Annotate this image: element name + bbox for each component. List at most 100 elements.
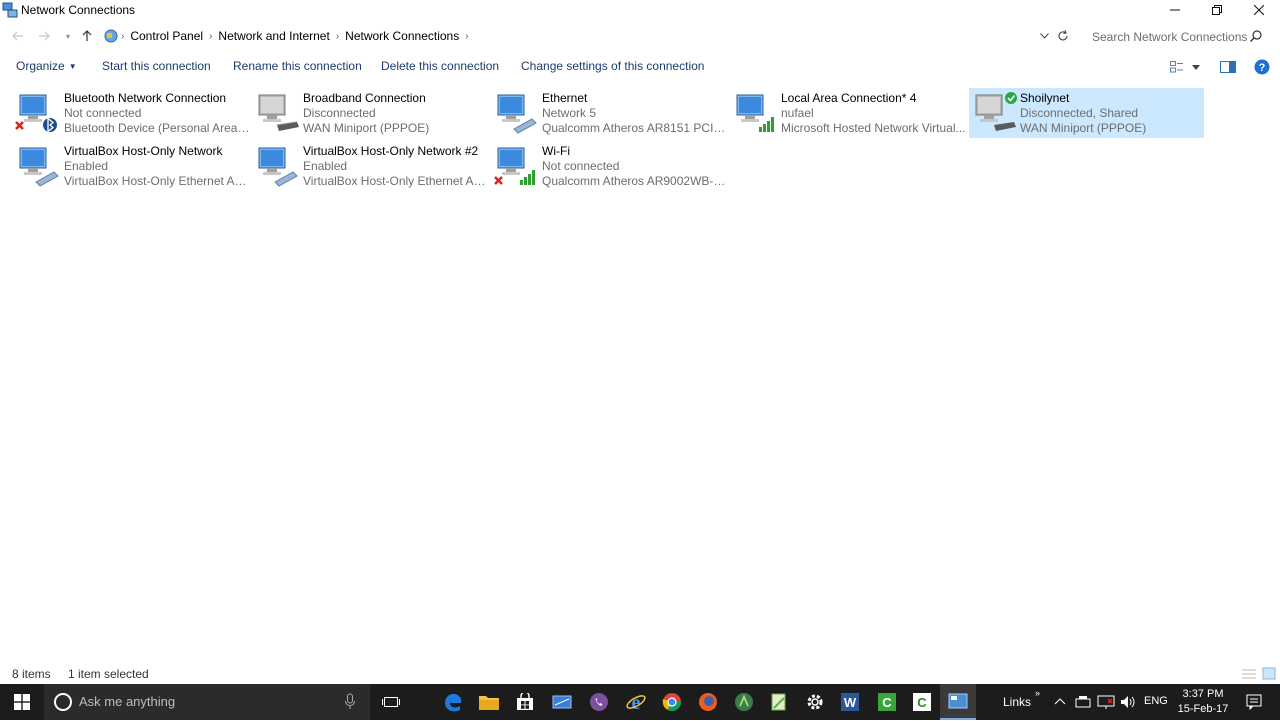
forward-button[interactable]	[34, 26, 54, 46]
details-view-icon[interactable]	[1242, 667, 1256, 680]
up-button[interactable]	[77, 26, 97, 46]
large-icons-view-icon[interactable]	[1262, 667, 1276, 680]
connection-status: Not connected	[64, 106, 142, 120]
wifi-adapter-icon	[494, 147, 535, 185]
task-view-button[interactable]	[379, 690, 403, 714]
taskbar-edge-button[interactable]	[441, 690, 465, 714]
chevron-right-icon[interactable]: »	[1035, 688, 1040, 698]
taskbar-control-panel-button[interactable]	[940, 684, 976, 720]
cortana-placeholder: Ask me anything	[79, 694, 176, 709]
connection-virtualbox-host-only-network-2[interactable]: VirtualBox Host-Only Network #2 Enabled …	[253, 142, 489, 190]
broadband-modem-icon	[975, 92, 1017, 131]
cortana-search-box[interactable]: Ask me anything	[44, 684, 370, 720]
ethernet-adapter-icon	[497, 94, 537, 134]
breadcrumb-separator: ›	[465, 30, 469, 42]
connection-bluetooth-network-connection[interactable]: Bluetooth Network Connection Not connect…	[14, 89, 250, 137]
item-text: Local Area Connection* 4 nufael Microsof…	[781, 91, 967, 136]
connection-device: Qualcomm Atheros AR9002WB-1...	[542, 174, 728, 188]
wifi-adapter-icon	[736, 94, 774, 132]
taskbar-chrome-button[interactable]	[660, 690, 684, 714]
item-text: Broadband Connection Disconnected WAN Mi…	[303, 91, 489, 136]
taskbar-firefox-button[interactable]	[696, 690, 720, 714]
start-connection-button[interactable]: Start this connection	[102, 59, 211, 73]
recent-locations-button[interactable]: ▾	[58, 26, 78, 46]
taskbar-viber-button[interactable]	[587, 690, 611, 714]
svg-text:C: C	[917, 695, 927, 710]
microphone-icon[interactable]	[344, 693, 356, 711]
start-button[interactable]	[0, 684, 44, 720]
language-indicator[interactable]: ENG	[1144, 695, 1168, 707]
search-input[interactable]: Search Network Connections	[1084, 25, 1270, 47]
taskbar-android-studio-button[interactable]	[732, 690, 756, 714]
connection-name: VirtualBox Host-Only Network	[64, 144, 223, 158]
action-center-icon[interactable]	[1246, 694, 1262, 710]
connection-status: Enabled	[64, 159, 109, 173]
preview-pane-button[interactable]	[1219, 58, 1237, 76]
links-toolbar[interactable]: Links	[1003, 695, 1031, 709]
svg-text:e: e	[632, 692, 641, 713]
taskbar-camtasia-button[interactable]: C	[875, 690, 899, 714]
clock[interactable]: 3:37 PM 15-Feb-17	[1172, 687, 1234, 717]
address-bar[interactable]: › Control Panel › Network and Internet ›…	[100, 25, 1074, 47]
window-title: Network Connections	[21, 3, 136, 17]
taskbar-settings-button[interactable]	[803, 690, 827, 714]
taskbar-ie-button[interactable]: e	[624, 690, 648, 714]
refresh-button[interactable]	[1054, 26, 1072, 46]
tray-device-icon[interactable]	[1075, 695, 1091, 709]
connection-wi-fi[interactable]: Wi-Fi Not connected Qualcomm Atheros AR9…	[492, 142, 728, 190]
item-text: Ethernet Network 5 Qualcomm Atheros AR81…	[542, 91, 728, 136]
refresh-icon	[1058, 30, 1068, 41]
clock-date: 15-Feb-17	[1177, 703, 1229, 715]
connection-status: nufael	[781, 106, 814, 120]
organize-menu[interactable]: Organize ▼	[16, 59, 77, 73]
network-tray-icon[interactable]	[1097, 694, 1115, 710]
back-button[interactable]	[8, 26, 28, 46]
maximize-button[interactable]	[1196, 0, 1238, 20]
connection-name: Local Area Connection* 4	[781, 91, 917, 105]
word-icon: W	[841, 693, 859, 711]
ethernet-adapter-icon	[258, 147, 298, 187]
connection-shoilynet[interactable]: Shoilynet Disconnected, Shared WAN Minip…	[969, 88, 1204, 138]
taskbar-store-button[interactable]	[513, 690, 537, 714]
cortana-icon	[54, 693, 72, 711]
chevron-down-icon: ▾	[65, 31, 70, 41]
more-views-button[interactable]	[1190, 58, 1202, 76]
minimize-button[interactable]	[1154, 0, 1196, 20]
connection-broadband-connection[interactable]: Broadband Connection Disconnected WAN Mi…	[253, 89, 489, 137]
rename-connection-button[interactable]: Rename this connection	[233, 59, 362, 73]
address-dropdown-button[interactable]	[1037, 28, 1051, 44]
show-hidden-icons-icon[interactable]	[1054, 697, 1066, 705]
help-button[interactable]: ?	[1253, 58, 1271, 76]
breadcrumb-separator: ›	[209, 30, 213, 42]
breadcrumb-network-and-internet[interactable]: Network and Internet	[214, 29, 333, 43]
connection-device: WAN Miniport (PPPOE)	[1020, 121, 1147, 135]
connection-status: Not connected	[542, 159, 620, 173]
change-view-button[interactable]	[1168, 58, 1186, 76]
minimize-icon	[1170, 9, 1180, 11]
connection-name: Bluetooth Network Connection	[64, 91, 227, 105]
taskbar-notepad-button[interactable]	[767, 690, 791, 714]
volume-icon[interactable]	[1120, 695, 1136, 709]
item-text: Bluetooth Network Connection Not connect…	[64, 91, 250, 136]
connection-virtualbox-host-only-network[interactable]: VirtualBox Host-Only Network Enabled Vir…	[14, 142, 250, 190]
breadcrumb-network-connections[interactable]: Network Connections	[341, 29, 463, 43]
connection-ethernet[interactable]: Ethernet Network 5 Qualcomm Atheros AR81…	[492, 89, 728, 137]
taskbar-app-button[interactable]	[550, 690, 574, 714]
up-arrow-icon	[82, 30, 92, 41]
store-bag-icon	[517, 693, 533, 710]
status-bar: 8 items 1 item selected	[0, 664, 1280, 684]
change-settings-button[interactable]: Change settings of this connection	[521, 59, 704, 73]
control-panel-icon	[104, 29, 118, 43]
restore-icon	[1212, 5, 1222, 15]
breadcrumb-separator: ›	[335, 30, 340, 42]
taskbar-word-button[interactable]: W	[838, 690, 862, 714]
connection-local-area-connection-4[interactable]: Local Area Connection* 4 nufael Microsof…	[731, 89, 967, 137]
notepad-plus-icon	[771, 693, 786, 711]
taskbar-recorder-button[interactable]: C	[910, 690, 934, 714]
breadcrumb-control-panel[interactable]: Control Panel	[126, 29, 207, 43]
delete-connection-button[interactable]: Delete this connection	[381, 59, 499, 73]
close-button[interactable]	[1238, 0, 1280, 20]
network-connections-app-icon	[2, 2, 18, 18]
taskbar-file-explorer-button[interactable]	[477, 690, 501, 714]
broadband-modem-icon	[258, 94, 299, 131]
